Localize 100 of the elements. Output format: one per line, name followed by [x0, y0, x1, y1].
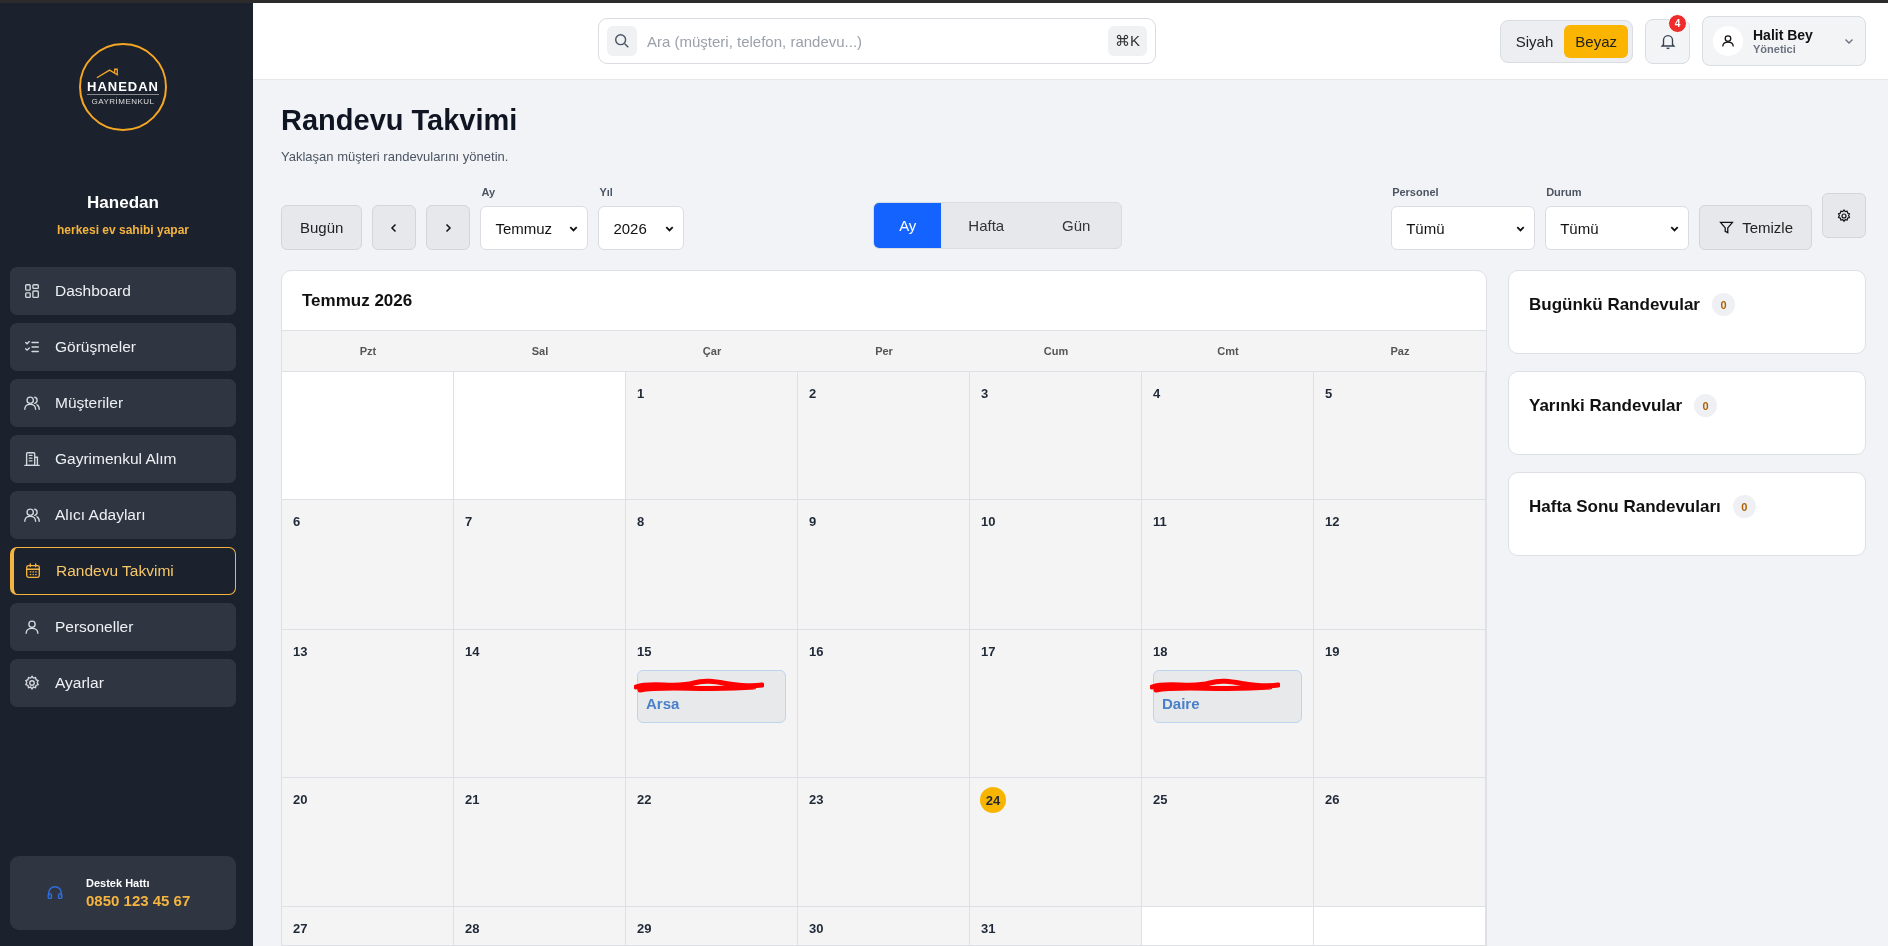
day-cell[interactable]: 7	[454, 500, 626, 629]
day-cell[interactable]: 19	[1314, 630, 1486, 777]
day-number: 26	[1325, 792, 1340, 807]
day-cell[interactable]: 2	[798, 372, 970, 499]
day-number: 12	[1325, 514, 1340, 529]
theme-option[interactable]: Beyaz	[1564, 24, 1628, 58]
day-cell[interactable]: 29	[626, 907, 798, 945]
view-tab[interactable]: Ay	[874, 203, 942, 248]
notification-count: 4	[1668, 13, 1687, 33]
day-number: 13	[293, 644, 308, 659]
count-badge: 0	[1694, 394, 1718, 417]
view-tab[interactable]: Gün	[1031, 203, 1122, 248]
summary-title: Yarınki Randevular	[1529, 396, 1683, 416]
day-cell[interactable]: 8	[626, 500, 798, 629]
day-number: 25	[1153, 792, 1168, 807]
users-icon	[23, 394, 41, 412]
nav-item[interactable]: Gayrimenkul Alım	[10, 435, 236, 483]
day-cell[interactable]: 17	[970, 630, 1142, 777]
clear-button[interactable]: Temizle	[1699, 205, 1812, 250]
user-name: Halit Bey	[1753, 27, 1813, 43]
day-number: 17	[981, 644, 996, 659]
field-label: Durum	[1545, 186, 1583, 198]
day-cell[interactable]: 25	[1142, 778, 1314, 906]
day-number: 1	[637, 386, 645, 401]
day-cell[interactable]: 9	[798, 500, 970, 629]
day-cell[interactable]: 23	[798, 778, 970, 906]
next-button[interactable]	[426, 205, 471, 250]
count-badge: 0	[1732, 495, 1756, 518]
weekday-header: Sal	[530, 344, 550, 359]
bell-icon	[1658, 32, 1677, 50]
search-icon	[613, 32, 631, 50]
day-cell[interactable]: 31	[970, 907, 1142, 945]
nav-item[interactable]: Randevu Takvimi	[10, 547, 236, 595]
page-title: Randevu Takvimi	[281, 104, 519, 137]
day-number: 6	[293, 514, 301, 529]
support-phone: 0850 123 45 67	[86, 892, 191, 909]
day-number: 9	[809, 514, 817, 529]
grid-icon	[23, 282, 41, 300]
day-cell[interactable]: 1	[626, 372, 798, 499]
day-number: 14	[465, 644, 480, 659]
settings-icon	[23, 674, 41, 692]
nav-item[interactable]: Müşteriler	[10, 379, 236, 427]
day-number: 5	[1325, 386, 1333, 401]
search-input[interactable]: Ara (müşteri, telefon, randevu...)	[645, 31, 1100, 51]
page-subtitle: Yaklaşan müşteri randevularını yönetin.	[281, 149, 510, 164]
day-cell[interactable]: 10	[970, 500, 1142, 629]
user-icon	[23, 618, 41, 636]
day-cell[interactable]: 11	[1142, 500, 1314, 629]
today-button[interactable]: Bugün	[281, 205, 363, 250]
nav-item[interactable]: Personeller	[10, 603, 236, 651]
nav-item[interactable]: Alıcı Adayları	[10, 491, 236, 539]
day-cell[interactable]: 5	[1314, 372, 1486, 499]
user-role: Yönetici	[1753, 43, 1796, 55]
day-cell[interactable]: 30	[798, 907, 970, 945]
day-number: 20	[293, 792, 308, 807]
previous-button[interactable]	[372, 205, 417, 250]
day-number: 23	[809, 792, 824, 807]
settings-button[interactable]	[1822, 193, 1866, 238]
theme-option[interactable]: Siyah	[1504, 24, 1565, 58]
day-number: 19	[1325, 644, 1340, 659]
field-label: Ay	[480, 186, 497, 198]
day-cell[interactable]: 4	[1142, 372, 1314, 499]
day-cell[interactable]: 15 Arsa	[626, 630, 798, 777]
day-cell[interactable]: 27	[282, 907, 454, 945]
day-cell[interactable]: 21	[454, 778, 626, 906]
day-cell[interactable]: 18 Daire	[1142, 630, 1314, 777]
day-number: 8	[637, 514, 645, 529]
day-number: 2	[809, 386, 817, 401]
day-cell[interactable]: 24	[970, 778, 1142, 906]
nav-item[interactable]: Görüşmeler	[10, 323, 236, 371]
day-number: 31	[981, 921, 996, 936]
nav-item[interactable]: Dashboard	[10, 267, 236, 315]
day-number: 24	[980, 787, 1006, 813]
day-cell[interactable]: 14	[454, 630, 626, 777]
nav-item[interactable]: Ayarlar	[10, 659, 236, 707]
day-cell[interactable]: 20	[282, 778, 454, 906]
weekday-header: Per	[874, 344, 894, 359]
year-select[interactable]: 2026	[598, 206, 685, 250]
day-cell[interactable]: 3	[970, 372, 1142, 499]
view-tab[interactable]: Hafta	[941, 203, 1032, 248]
headset-icon	[46, 884, 64, 902]
day-number: 16	[809, 644, 824, 659]
filter-select[interactable]: Tümü	[1391, 206, 1536, 250]
search-field[interactable]: Ara (müşteri, telefon, randevu...) ⌘K	[598, 18, 1156, 64]
user-menu[interactable]: Halit Bey Yönetici	[1702, 16, 1866, 66]
month-select[interactable]: Temmuz	[480, 206, 589, 250]
brand-slogan: herkesi ev sahibi yapar	[56, 223, 190, 237]
day-cell[interactable]: 12	[1314, 500, 1486, 629]
day-cell[interactable]: 22	[626, 778, 798, 906]
day-cell[interactable]: 16	[798, 630, 970, 777]
day-number: 11	[1153, 514, 1167, 529]
day-number: 15	[637, 644, 652, 659]
day-cell[interactable]: 13	[282, 630, 454, 777]
count-badge: 0	[1711, 293, 1735, 316]
day-cell[interactable]: 28	[454, 907, 626, 945]
summary-title: Hafta Sonu Randevuları	[1529, 497, 1721, 517]
brand-name: Hanedan	[87, 193, 159, 213]
day-cell[interactable]: 6	[282, 500, 454, 629]
day-cell[interactable]: 26	[1314, 778, 1486, 906]
filter-select[interactable]: Tümü	[1545, 206, 1690, 250]
